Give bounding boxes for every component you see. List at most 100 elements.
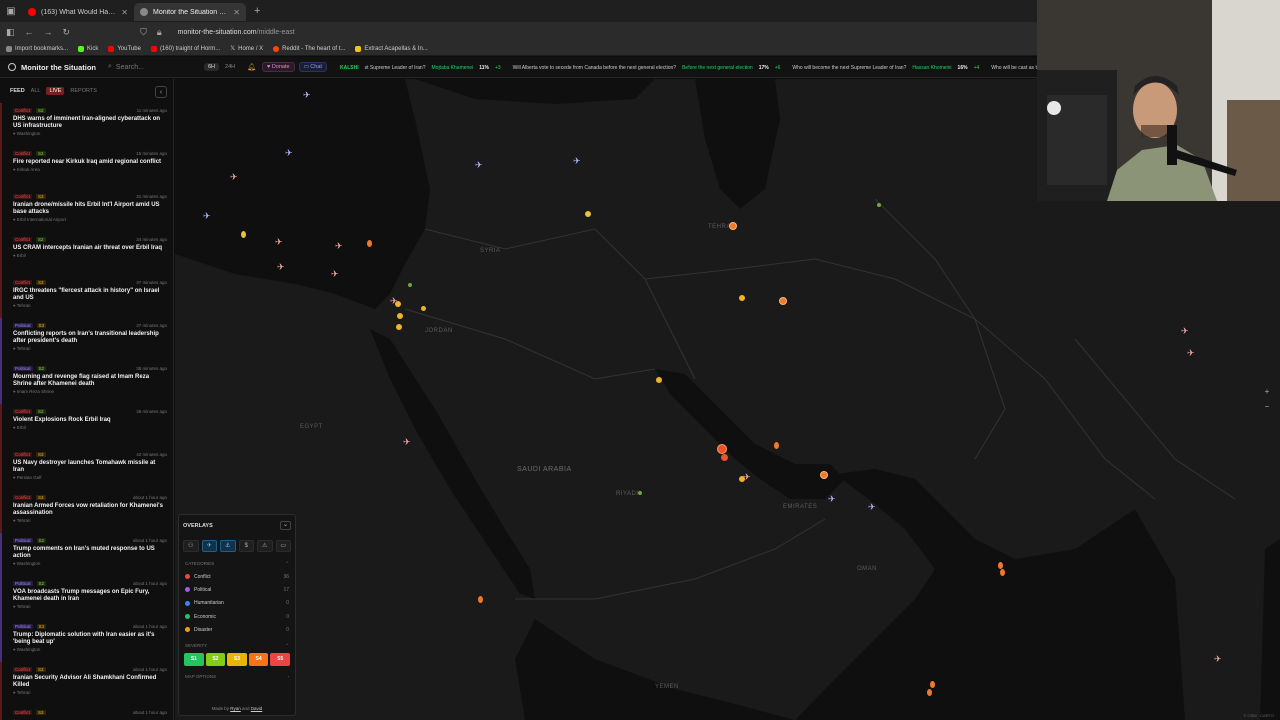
event-marker[interactable] [585, 211, 591, 217]
event-marker[interactable] [408, 283, 412, 287]
category-conflict[interactable]: Conflict 36 [179, 570, 295, 583]
feed-item[interactable]: ConflictS3about 1 hour ago⌖ [0, 705, 173, 720]
new-tab-icon[interactable]: + [246, 5, 268, 17]
category-disaster[interactable]: Disaster 0 [179, 623, 295, 636]
close-tab-icon[interactable]: ✕ [233, 8, 240, 17]
severity-s2-button[interactable]: S2 [205, 653, 226, 667]
severity-s5-button[interactable]: S5 [270, 653, 290, 667]
severity-s1-button[interactable]: S1 [184, 653, 204, 667]
event-marker[interactable] [478, 596, 483, 603]
bookmark-item[interactable]: YouTube [108, 45, 141, 52]
event-marker[interactable] [717, 444, 727, 454]
aircraft-icon[interactable]: ✈︎ [303, 91, 311, 100]
feed-item[interactable]: Political S3 about 1 hour ago Trump: Diplom… [0, 619, 173, 662]
aircraft-icon[interactable]: ✈︎ [285, 149, 293, 158]
feed-item[interactable]: Conflict S3 about 1 hour ago Iranian Armed … [0, 490, 173, 533]
event-marker[interactable] [877, 203, 881, 207]
bell-icon[interactable]: 🔔︎ [247, 63, 256, 71]
tab-reports[interactable]: REPORTS [70, 88, 97, 94]
camera-layer-icon[interactable]: ▭ [275, 540, 291, 552]
event-marker[interactable] [774, 442, 779, 449]
feed-item[interactable]: Conflict S2 15 minutes ago Fire reported ne… [0, 146, 173, 189]
event-marker[interactable] [930, 681, 935, 688]
aircraft-icon[interactable]: ✈︎ [390, 297, 398, 306]
range-6h-button[interactable]: 6H [204, 63, 220, 71]
collapse-sidebar-button[interactable]: ‹ [155, 86, 167, 98]
tab-feed[interactable]: FEED [10, 88, 25, 94]
aircraft-icon[interactable]: ✈︎ [403, 438, 411, 447]
back-icon[interactable]: ← [25, 27, 34, 37]
event-marker[interactable] [638, 491, 642, 495]
browser-tab-active[interactable]: Monitor the Situation - 24H Ur ✕ [134, 3, 246, 21]
sidebar-toggle-icon[interactable]: ◧ [6, 27, 15, 38]
severity-header[interactable]: SEVERITY ⌃ [179, 636, 295, 649]
aircraft-icon[interactable]: ✈︎ [1181, 327, 1189, 336]
event-marker[interactable] [998, 562, 1003, 569]
category-humanitarian[interactable]: Humanitarian 0 [179, 597, 295, 610]
feed-item[interactable]: Conflict S3 31 minutes ago Iranian drone/mi… [0, 189, 173, 232]
author-link[interactable]: Ryan [230, 706, 241, 711]
event-marker[interactable] [739, 295, 745, 301]
search-input[interactable]: ⌕ Search... [108, 63, 204, 71]
feed-item[interactable]: Political S2 about 1 hour ago Trump comment… [0, 533, 173, 576]
event-marker[interactable] [721, 454, 728, 461]
ship-layer-icon[interactable]: ⚓︎ [220, 540, 236, 552]
tab-all[interactable]: ALL [31, 88, 41, 94]
event-marker[interactable] [729, 222, 737, 230]
aircraft-icon[interactable]: ✈︎ [331, 270, 339, 279]
aircraft-icon[interactable]: ✈︎ [1187, 349, 1195, 358]
feed-item[interactable]: Conflict S3 37 minutes ago IRGC threatens "… [0, 275, 173, 318]
event-marker[interactable] [779, 297, 787, 305]
aircraft-icon[interactable]: ✈︎ [277, 263, 285, 272]
close-tab-icon[interactable]: ✕ [121, 8, 128, 17]
zoom-out-button[interactable]: − [1262, 402, 1272, 412]
map-options-header[interactable]: MAP OPTIONS › [179, 666, 295, 679]
forward-icon[interactable]: → [44, 27, 53, 37]
severity-s3-button[interactable]: S3 [227, 653, 247, 667]
aircraft-icon[interactable]: ✈︎ [203, 212, 211, 221]
zoom-in-button[interactable]: + [1262, 387, 1272, 397]
aircraft-icon[interactable]: ✈︎ [743, 473, 751, 482]
feed-item[interactable]: Conflict S3 about 1 hour ago Iranian Securi… [0, 662, 173, 705]
event-marker[interactable] [820, 471, 828, 479]
people-layer-icon[interactable]: ⚇ [183, 540, 199, 552]
dollar-layer-icon[interactable]: $ [238, 540, 254, 552]
event-marker[interactable] [397, 313, 403, 319]
severity-s4-button[interactable]: S4 [248, 653, 269, 667]
aircraft-icon[interactable]: ✈︎ [230, 173, 238, 182]
event-marker[interactable] [367, 240, 372, 247]
aircraft-icon[interactable]: ✈︎ [868, 503, 876, 512]
bookmark-item[interactable]: Reddit - The heart of t... [273, 45, 345, 52]
feed-item[interactable]: Political S2 about 1 hour ago VOA broadcast… [0, 576, 173, 619]
bookmark-item[interactable]: Extract Acapellas & In... [355, 45, 428, 52]
category-political[interactable]: Political 17 [179, 583, 295, 596]
feed-item[interactable]: Political S2 38 minutes ago Mourning and re… [0, 361, 173, 404]
feed-item[interactable]: Political S3 37 minutes ago Conflicting rep… [0, 318, 173, 361]
bookmark-item[interactable]: (160) traight of Horm... [150, 45, 220, 52]
bookmark-item[interactable]: Kick [78, 45, 98, 52]
shield-icon[interactable]: ⛉ [140, 27, 147, 38]
donate-button[interactable]: ♥ Donate [262, 62, 295, 72]
categories-header[interactable]: CATEGORIES ⌃ [179, 552, 295, 567]
event-marker[interactable] [656, 377, 662, 383]
bookmark-item[interactable]: Import bookmarks... [6, 45, 68, 52]
chevron-down-icon[interactable]: ⌄ [280, 521, 291, 530]
event-marker[interactable] [421, 306, 426, 311]
aircraft-icon[interactable]: ✈︎ [335, 242, 343, 251]
event-marker[interactable] [1000, 569, 1005, 576]
reload-icon[interactable]: ↻ [63, 27, 71, 38]
category-economic[interactable]: Economic 0 [179, 610, 295, 623]
feed-item[interactable]: Conflict S3 42 minutes ago US Navy destroye… [0, 447, 173, 490]
alert-layer-icon[interactable]: ⚠︎ [257, 540, 273, 552]
aircraft-icon[interactable]: ✈︎ [1214, 655, 1222, 664]
aircraft-icon[interactable]: ✈︎ [475, 161, 483, 170]
aircraft-icon[interactable]: ✈︎ [275, 238, 283, 247]
lock-icon[interactable]: 🔒︎ [157, 27, 162, 38]
bookmark-item[interactable]: 𝕏 Home / X [230, 45, 263, 53]
feed-item[interactable]: Conflict S2 11 minutes ago DHS warns of imm… [0, 103, 173, 146]
event-marker[interactable] [241, 231, 246, 238]
aircraft-layer-icon[interactable]: ✈︎ [201, 540, 217, 552]
aircraft-icon[interactable]: ✈︎ [828, 495, 836, 504]
brand[interactable]: Monitor the Situation [0, 63, 108, 72]
feed-item[interactable]: Conflict S2 34 minutes ago US CRAM intercep… [0, 232, 173, 275]
